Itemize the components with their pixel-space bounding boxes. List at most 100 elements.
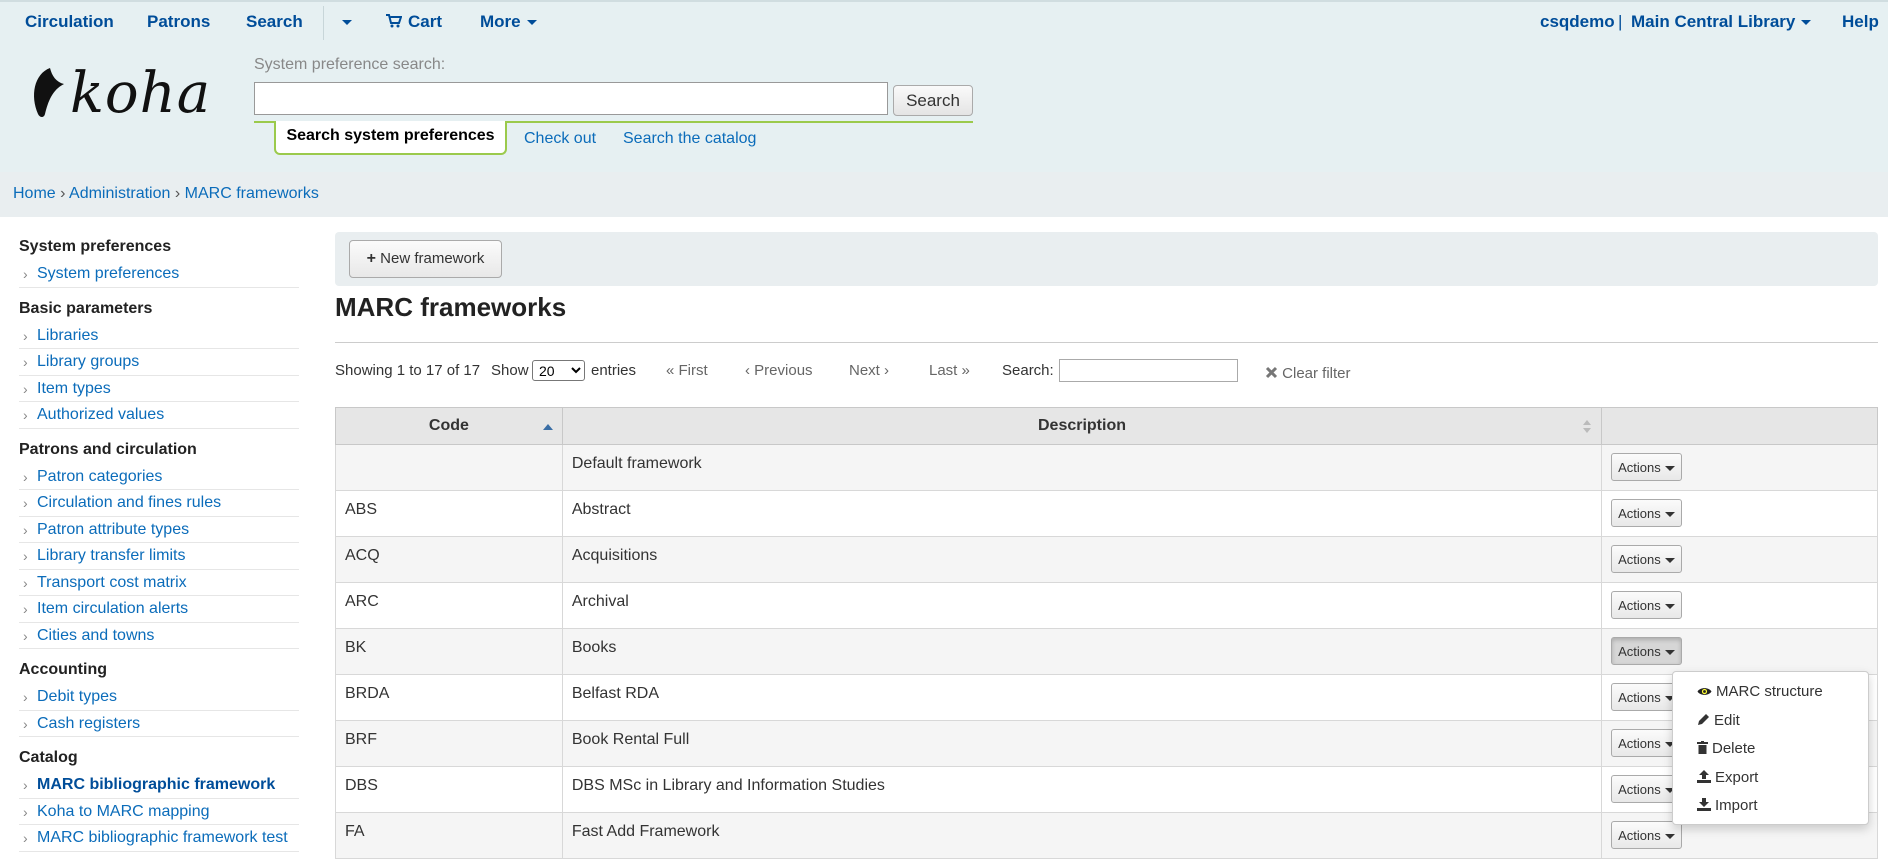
sidebar-item-cities-towns[interactable]: Cities and towns — [19, 623, 299, 649]
table-row: BRF Book Rental Full Actions — [335, 720, 1878, 767]
tab-search-catalog[interactable]: Search the catalog — [623, 130, 756, 148]
chevron-down-icon — [342, 20, 352, 26]
pagination-first[interactable]: « First — [666, 362, 708, 379]
sidebar-item-debit-types[interactable]: Debit types — [19, 684, 299, 711]
pagination-previous-label: Previous — [754, 362, 813, 379]
pref-search-button[interactable]: Search — [893, 85, 973, 116]
sidebar-link[interactable]: Patron attribute types — [37, 521, 189, 538]
sidebar-link[interactable]: Library transfer limits — [37, 547, 185, 564]
actions-button[interactable]: Actions — [1611, 453, 1683, 481]
sidebar-item-transfer-limits[interactable]: Library transfer limits — [19, 543, 299, 570]
sidebar-link[interactable]: Patron categories — [37, 468, 162, 485]
actions-button[interactable]: Actions — [1611, 821, 1683, 849]
chevron-down-icon — [526, 20, 537, 26]
sidebar-item-libraries[interactable]: Libraries — [19, 323, 299, 349]
sidebar-item-library-groups[interactable]: Library groups — [19, 349, 299, 376]
sidebar-item-koha-marc-mapping[interactable]: Koha to MARC mapping — [19, 799, 299, 825]
actions-button[interactable]: Actions — [1611, 499, 1683, 527]
sidebar-item-patron-attribute-types[interactable]: Patron attribute types — [19, 517, 299, 543]
breadcrumb-current[interactable]: MARC frameworks — [185, 185, 319, 202]
header: koha System preference search: Search Se… — [0, 42, 1888, 172]
menu-item-marc-structure[interactable]: MARC structure — [1697, 683, 1823, 700]
sidebar-item-circulation-alerts[interactable]: Item circulation alerts — [19, 596, 299, 623]
sidebar-item-authorized-values[interactable]: Authorized values — [19, 402, 299, 429]
actions-button[interactable]: Actions — [1611, 545, 1683, 573]
actions-button[interactable]: Actions — [1611, 591, 1683, 619]
nav-patrons[interactable]: Patrons — [147, 12, 210, 32]
actions-dropdown-menu: MARC structure Edit Delete Export Import — [1672, 671, 1869, 825]
sidebar-item-item-types[interactable]: Item types — [19, 376, 299, 402]
sidebar-item-transport-cost-matrix[interactable]: Transport cost matrix — [19, 570, 299, 596]
sidebar-link[interactable]: Koha to MARC mapping — [37, 803, 210, 820]
sidebar-link[interactable]: Transport cost matrix — [37, 574, 187, 591]
table-row: ABS Abstract Actions — [335, 490, 1878, 537]
sidebar-item-marc-framework-test[interactable]: MARC bibliographic framework test — [19, 825, 299, 852]
nav-cart[interactable]: Cart — [386, 12, 442, 32]
breadcrumb-separator: › — [60, 185, 66, 202]
chevron-down-icon — [1664, 465, 1675, 471]
nav-search-dropdown[interactable] — [336, 12, 352, 32]
sidebar-link[interactable]: MARC bibliographic framework test — [37, 829, 288, 846]
sidebar-item-circulation-rules[interactable]: Circulation and fines rules — [19, 490, 299, 517]
sidebar-link[interactable]: Libraries — [37, 327, 98, 344]
show-label: Show — [491, 362, 529, 379]
nav-user[interactable]: csqdemo — [1540, 12, 1615, 32]
nav-library[interactable]: Main Central Library — [1631, 12, 1812, 32]
sidebar-link[interactable]: MARC bibliographic framework — [37, 776, 275, 793]
sidebar-heading: Patrons and circulation — [19, 440, 197, 458]
nav-circulation[interactable]: Circulation — [25, 12, 114, 32]
nav-more-label: More — [480, 12, 521, 31]
sidebar-link[interactable]: Cities and towns — [37, 627, 154, 644]
pagination-previous[interactable]: ‹ Previous — [745, 362, 813, 379]
sidebar-link[interactable]: Cash registers — [37, 715, 140, 732]
sidebar-link[interactable]: Library groups — [37, 353, 139, 370]
nav-help[interactable]: Help — [1842, 12, 1879, 32]
sidebar-link[interactable]: System preferences — [37, 265, 179, 282]
sidebar-item-system-preferences[interactable]: System preferences — [19, 261, 299, 288]
cell-description: Book Rental Full — [561, 720, 1603, 767]
sort-asc-icon — [542, 424, 553, 430]
chevron-down-icon — [1664, 649, 1675, 655]
sidebar-item-patron-categories[interactable]: Patron categories — [19, 464, 299, 490]
menu-item-export[interactable]: Export — [1697, 769, 1758, 786]
tab-search-system-preferences[interactable]: Search system preferences — [274, 121, 507, 155]
sidebar-heading: Catalog — [19, 749, 78, 766]
pagination-next-label: Next — [849, 362, 880, 379]
sidebar-heading: System preferences — [19, 238, 172, 255]
nav-more[interactable]: More — [480, 12, 537, 32]
tab-check-out[interactable]: Check out — [524, 130, 596, 148]
cell-description: Default framework — [561, 444, 1603, 491]
actions-label: Actions — [1618, 551, 1661, 567]
koha-logo[interactable]: koha — [28, 60, 213, 130]
sidebar-link[interactable]: Authorized values — [37, 406, 164, 423]
breadcrumb-home[interactable]: Home — [13, 185, 56, 202]
sidebar-link[interactable]: Debit types — [37, 688, 117, 705]
logo-text: koha — [70, 61, 212, 126]
breadcrumb-administration[interactable]: Administration — [69, 185, 170, 202]
sidebar-item-cash-registers[interactable]: Cash registers — [19, 711, 299, 737]
pagination-last[interactable]: Last » — [929, 362, 970, 379]
new-framework-button[interactable]: + New framework — [349, 240, 502, 278]
table-row: BRDA Belfast RDA Actions — [335, 674, 1878, 721]
sidebar-link[interactable]: Item types — [37, 380, 111, 397]
column-header-description[interactable]: Description — [561, 407, 1603, 445]
actions-button-open[interactable]: Actions — [1611, 637, 1683, 665]
menu-item-edit[interactable]: Edit — [1697, 712, 1740, 729]
column-header-code[interactable]: Code — [335, 407, 563, 445]
table-search-input[interactable] — [1059, 359, 1238, 382]
sidebar-item-marc-bib-framework[interactable]: MARC bibliographic framework — [19, 772, 299, 799]
menu-item-label: Export — [1715, 769, 1759, 786]
actions-label: Actions — [1618, 827, 1661, 843]
cell-description: Belfast RDA — [561, 674, 1603, 721]
entries-select[interactable]: 20 — [532, 360, 585, 381]
sidebar-heading: Accounting — [19, 661, 107, 678]
cell-description: Books — [561, 628, 1603, 675]
sidebar-link[interactable]: Item circulation alerts — [37, 600, 188, 617]
clear-filter-button[interactable]: Clear filter — [1265, 365, 1351, 382]
nav-search[interactable]: Search — [246, 12, 303, 32]
pagination-next[interactable]: Next › — [849, 362, 889, 379]
menu-item-import[interactable]: Import — [1697, 797, 1758, 814]
sidebar-link[interactable]: Circulation and fines rules — [37, 494, 221, 511]
pref-search-input[interactable] — [254, 82, 888, 115]
menu-item-delete[interactable]: Delete — [1697, 740, 1755, 757]
